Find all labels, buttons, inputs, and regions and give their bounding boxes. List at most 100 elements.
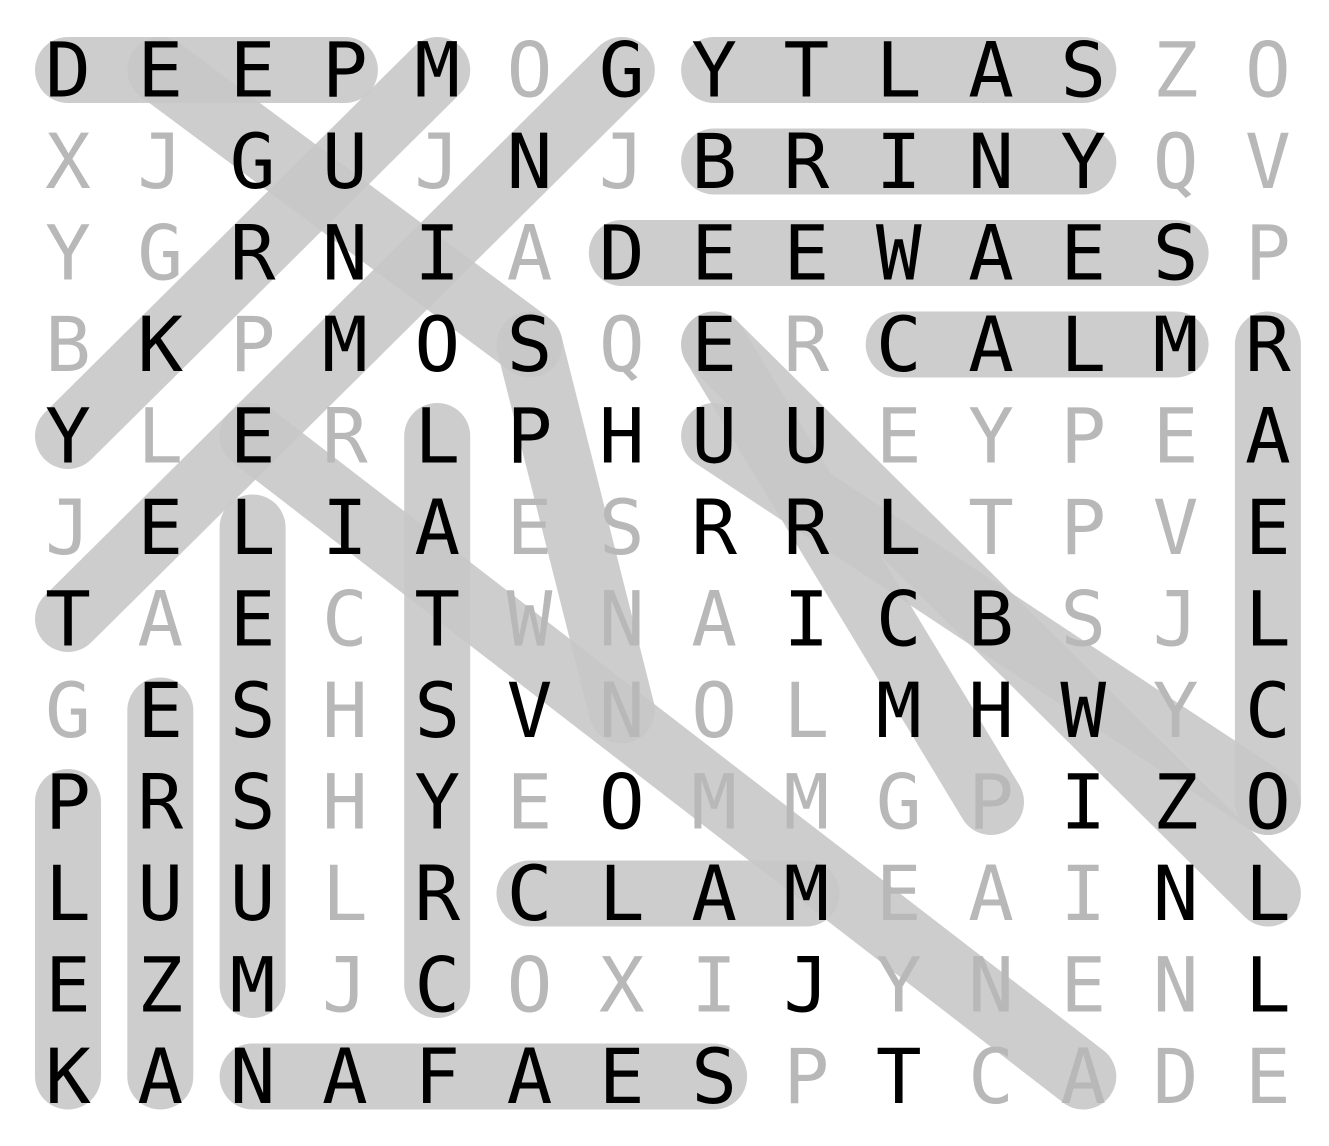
grid-cell[interactable]: P [1245, 209, 1291, 298]
grid-cell[interactable]: Y [1153, 666, 1199, 755]
grid-cell[interactable]: N [968, 941, 1014, 1030]
grid-cell[interactable]: O [414, 300, 460, 389]
grid-cell[interactable]: J [599, 117, 645, 206]
grid-cell[interactable]: L [876, 483, 922, 572]
grid-cell[interactable]: E [230, 26, 276, 115]
grid-cell[interactable]: A [968, 849, 1014, 938]
grid-cell[interactable]: W [1060, 666, 1106, 755]
grid-cell[interactable]: Y [968, 392, 1014, 481]
grid-cell[interactable]: A [968, 300, 1014, 389]
word-search-board[interactable]: D E E P M O G Y T L A S Z OX J G U J N J B R I N Y Q VY G R N I A D E E W A E… [0, 0, 1329, 1146]
grid-cell[interactable]: S [1060, 26, 1106, 115]
grid-cell[interactable]: L [137, 392, 183, 481]
grid-cell[interactable]: M [691, 758, 737, 847]
grid-cell[interactable]: B [45, 300, 91, 389]
grid-cell[interactable]: P [784, 1032, 830, 1121]
grid-cell[interactable]: C [876, 575, 922, 664]
grid-cell[interactable]: E [230, 575, 276, 664]
grid-cell[interactable]: U [322, 117, 368, 206]
grid-cell[interactable]: N [230, 1032, 276, 1121]
grid-cell[interactable]: U [230, 849, 276, 938]
grid-cell[interactable]: E [1060, 209, 1106, 298]
grid-cell[interactable]: A [507, 209, 553, 298]
grid-cell[interactable]: Y [876, 941, 922, 1030]
grid-cell[interactable]: G [230, 117, 276, 206]
grid-cell[interactable]: R [137, 758, 183, 847]
grid-cell[interactable]: P [230, 300, 276, 389]
grid-cell[interactable]: H [322, 758, 368, 847]
grid-cell[interactable]: O [1245, 26, 1291, 115]
grid-cell[interactable]: F [414, 1032, 460, 1121]
grid-cell[interactable]: A [968, 26, 1014, 115]
grid-cell[interactable]: T [414, 575, 460, 664]
grid-cell[interactable]: O [691, 666, 737, 755]
grid-cell[interactable]: A [137, 1032, 183, 1121]
grid-cell[interactable]: R [414, 849, 460, 938]
grid-cell[interactable]: E [137, 483, 183, 572]
grid-cell[interactable]: M [1153, 300, 1199, 389]
grid-cell[interactable]: A [968, 209, 1014, 298]
grid-cell[interactable]: C [1245, 666, 1291, 755]
grid-cell[interactable]: Y [1060, 117, 1106, 206]
grid-cell[interactable]: L [45, 849, 91, 938]
grid-cell[interactable]: A [1060, 1032, 1106, 1121]
grid-cell[interactable]: E [599, 1032, 645, 1121]
grid-cell[interactable]: J [414, 117, 460, 206]
grid-cell[interactable]: M [784, 849, 830, 938]
grid-cell[interactable]: E [1153, 392, 1199, 481]
grid-cell[interactable]: O [1245, 758, 1291, 847]
grid-cell[interactable]: A [1245, 392, 1291, 481]
grid-cell[interactable]: I [691, 941, 737, 1030]
grid-cell[interactable]: E [507, 483, 553, 572]
grid-cell[interactable]: L [230, 483, 276, 572]
grid-cell[interactable]: S [599, 483, 645, 572]
grid-cell[interactable]: I [1060, 758, 1106, 847]
grid-cell[interactable]: Y [414, 758, 460, 847]
grid-cell[interactable]: C [876, 300, 922, 389]
grid-cell[interactable]: R [784, 300, 830, 389]
grid-cell[interactable]: L [414, 392, 460, 481]
grid-cell[interactable]: H [599, 392, 645, 481]
grid-cell[interactable]: E [1060, 941, 1106, 1030]
grid-cell[interactable]: S [414, 666, 460, 755]
grid-cell[interactable]: N [599, 666, 645, 755]
grid-cell[interactable]: M [322, 300, 368, 389]
grid-cell[interactable]: R [322, 392, 368, 481]
grid-cell[interactable]: A [322, 1032, 368, 1121]
grid-cell[interactable]: N [1153, 849, 1199, 938]
grid-cell[interactable]: P [968, 758, 1014, 847]
grid-cell[interactable]: S [1060, 575, 1106, 664]
grid-cell[interactable]: O [599, 758, 645, 847]
grid-cell[interactable]: A [137, 575, 183, 664]
grid-cell[interactable]: P [1060, 392, 1106, 481]
grid-cell[interactable]: P [507, 392, 553, 481]
grid-cell[interactable]: M [876, 666, 922, 755]
grid-cell[interactable]: E [876, 849, 922, 938]
grid-cell[interactable]: M [414, 26, 460, 115]
grid-cell[interactable]: Z [1153, 26, 1199, 115]
grid-cell[interactable]: Z [137, 941, 183, 1030]
grid-cell[interactable]: A [691, 849, 737, 938]
grid-cell[interactable]: E [691, 300, 737, 389]
grid-cell[interactable]: H [968, 666, 1014, 755]
grid-cell[interactable]: P [45, 758, 91, 847]
grid-cell[interactable]: L [1245, 575, 1291, 664]
grid-cell[interactable]: L [1245, 941, 1291, 1030]
grid-cell[interactable]: J [1153, 575, 1199, 664]
grid-cell[interactable]: I [414, 209, 460, 298]
grid-cell[interactable]: C [968, 1032, 1014, 1121]
grid-cell[interactable]: J [322, 941, 368, 1030]
grid-cell[interactable]: R [230, 209, 276, 298]
grid-cell[interactable]: U [691, 392, 737, 481]
grid-cell[interactable]: L [322, 849, 368, 938]
grid-cell[interactable]: E [230, 392, 276, 481]
grid-cell[interactable]: W [507, 575, 553, 664]
grid-cell[interactable]: I [784, 575, 830, 664]
grid-cell[interactable]: R [1245, 300, 1291, 389]
grid-cell[interactable]: E [507, 758, 553, 847]
grid-cell[interactable]: D [45, 26, 91, 115]
grid-cell[interactable]: A [414, 483, 460, 572]
grid-cell[interactable]: E [1245, 483, 1291, 572]
grid-cell[interactable]: K [137, 300, 183, 389]
grid-cell[interactable]: S [1153, 209, 1199, 298]
